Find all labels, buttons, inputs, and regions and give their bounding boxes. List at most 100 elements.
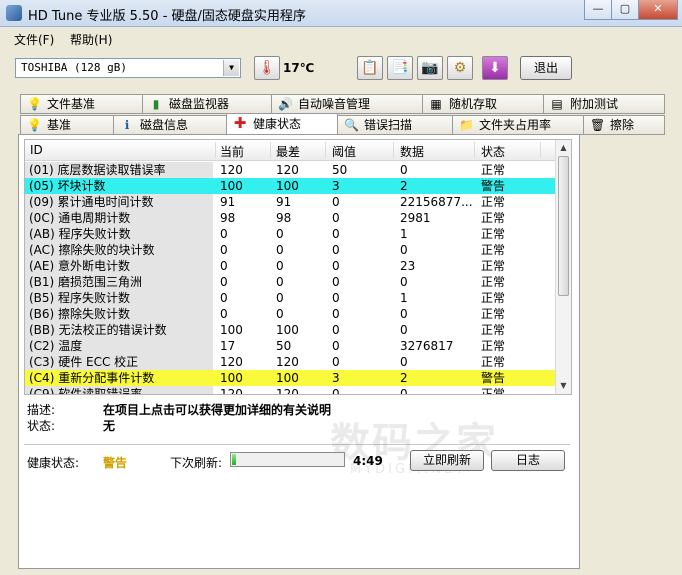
cell-status: 正常 <box>481 259 506 273</box>
maximize-button[interactable]: ▢ <box>611 0 639 20</box>
menu-bar: 文件(F) 帮助(H) <box>0 27 682 49</box>
col-worst[interactable]: 最差 <box>276 143 300 160</box>
col-current[interactable]: 当前 <box>220 143 244 160</box>
cell-status: 正常 <box>481 355 506 369</box>
table-row[interactable]: (C4) 重新分配事件计数 100 100 3 2 警告 <box>25 370 557 386</box>
table-row[interactable]: (09) 累计通电时间计数 91 91 0 22156877... 正常 <box>25 194 557 210</box>
cell-data: 3276817 <box>400 339 454 353</box>
cell-id: (C3) 硬件 ECC 校正 <box>25 354 213 370</box>
tab-disk-info[interactable]: ℹ 磁盘信息 <box>113 115 227 135</box>
cell-data: 0 <box>400 355 408 369</box>
table-row[interactable]: (AE) 意外断电计数 0 0 0 23 正常 <box>25 258 557 274</box>
table-row[interactable]: (AC) 擦除失败的块计数 0 0 0 0 正常 <box>25 242 557 258</box>
trash-icon: 🗑 <box>590 118 606 132</box>
scroll-thumb[interactable] <box>558 156 569 296</box>
col-id[interactable]: ID <box>30 143 43 157</box>
chevron-down-icon[interactable]: ▼ <box>223 60 239 76</box>
copy-text-icon[interactable]: 📋 <box>357 56 383 80</box>
minimize-button[interactable]: — <box>584 0 612 20</box>
window-title: HD Tune 专业版 5.50 - 硬盘/固态硬盘实用程序 <box>28 9 306 24</box>
cell-status: 正常 <box>481 291 506 305</box>
scroll-down-icon[interactable]: ▼ <box>557 379 570 393</box>
cell-threshold: 0 <box>332 291 340 305</box>
header-separator <box>325 142 326 158</box>
cell-threshold: 0 <box>332 355 340 369</box>
app-icon <box>6 5 22 21</box>
table-row[interactable]: (B6) 擦除失败计数 0 0 0 0 正常 <box>25 306 557 322</box>
cell-data: 2 <box>400 179 408 193</box>
cell-status: 正常 <box>481 195 506 209</box>
cell-data: 22156877... <box>400 195 473 209</box>
camera-icon[interactable]: 📷 <box>417 56 443 80</box>
cell-data: 0 <box>400 307 408 321</box>
cell-worst: 100 <box>276 371 299 385</box>
cell-data: 0 <box>400 323 408 337</box>
cell-id: (B6) 擦除失败计数 <box>25 306 213 322</box>
cell-status: 警告 <box>481 371 506 385</box>
table-row[interactable]: (0C) 通电周期计数 98 98 0 2981 正常 <box>25 210 557 226</box>
header-separator <box>270 142 271 158</box>
tab-extra-tests[interactable]: ▤ 附加测试 <box>543 94 665 114</box>
tab-folder-usage[interactable]: 📁 文件夹占用率 <box>452 115 584 135</box>
scroll-up-icon[interactable]: ▲ <box>557 141 570 155</box>
tab-random-access[interactable]: ▦ 随机存取 <box>422 94 544 114</box>
cell-status: 正常 <box>481 323 506 337</box>
tab-erase[interactable]: 🗑 擦除 <box>583 115 665 135</box>
cell-worst: 120 <box>276 163 299 177</box>
info-icon: ℹ <box>124 118 130 132</box>
cell-worst: 98 <box>276 211 292 225</box>
table-row[interactable]: (AB) 程序失败计数 0 0 0 1 正常 <box>25 226 557 242</box>
cell-threshold: 50 <box>332 163 348 177</box>
cell-threshold: 0 <box>332 211 340 225</box>
tab-health[interactable]: ✚ 健康状态 <box>226 113 338 135</box>
tab-error-scan[interactable]: 🔍 错误扫描 <box>337 115 453 135</box>
log-button[interactable]: 日志 <box>491 450 565 471</box>
refresh-now-button[interactable]: 立即刷新 <box>410 450 484 471</box>
header-separator <box>393 142 394 158</box>
col-threshold[interactable]: 阈值 <box>332 143 356 160</box>
cell-threshold: 0 <box>332 323 340 337</box>
table-row[interactable]: (01) 底层数据读取错误率 120 120 50 0 正常 <box>25 162 557 178</box>
col-data[interactable]: 数据 <box>400 143 424 160</box>
table-scrollbar[interactable]: ▲ ▼ <box>555 140 571 394</box>
tab-benchmark[interactable]: 💡 基准 <box>20 115 114 135</box>
col-status[interactable]: 状态 <box>481 143 505 160</box>
download-icon[interactable]: ⬇ <box>482 56 508 80</box>
table-row[interactable]: (05) 坏块计数 100 100 3 2 警告 <box>25 178 557 194</box>
cell-status: 正常 <box>481 307 506 321</box>
options-icon[interactable]: ⚙ <box>447 56 473 80</box>
tab-file-benchmark[interactable]: 💡 文件基准 <box>20 94 143 114</box>
cell-threshold: 0 <box>332 339 340 353</box>
tab-disk-monitor[interactable]: ▮ 磁盘监视器 <box>142 94 272 114</box>
cell-threshold: 0 <box>332 243 340 257</box>
table-row[interactable]: (BB) 无法校正的错误计数 100 100 0 0 正常 <box>25 322 557 338</box>
cell-status: 正常 <box>481 227 506 241</box>
close-button[interactable]: ✕ <box>638 0 678 20</box>
header-separator <box>540 142 541 158</box>
cell-worst: 0 <box>276 259 284 273</box>
drive-select[interactable]: TOSHIBA (128 gB) ▼ <box>15 58 241 78</box>
table-row[interactable]: (B5) 程序失败计数 0 0 0 1 正常 <box>25 290 557 306</box>
menu-help[interactable]: 帮助(H) <box>70 31 112 48</box>
cell-id: (0C) 通电周期计数 <box>25 210 213 226</box>
header-separator <box>215 142 216 158</box>
tab-noise-management[interactable]: 🔊 自动噪音管理 <box>271 94 423 114</box>
next-refresh-label: 下次刷新: <box>170 456 223 470</box>
table-row[interactable]: (C3) 硬件 ECC 校正 120 120 0 0 正常 <box>25 354 557 370</box>
table-row[interactable]: (C9) 软件读取错误率 120 120 0 0 正常 <box>25 386 557 394</box>
table-header: ID 当前 最差 阈值 数据 状态 <box>25 140 557 161</box>
table-row[interactable]: (B1) 磨损范围三角洲 0 0 0 0 正常 <box>25 274 557 290</box>
lightbulb-icon: 💡 <box>27 118 42 132</box>
cell-threshold: 0 <box>332 307 340 321</box>
cell-data: 0 <box>400 243 408 257</box>
thermometer-icon[interactable]: 🌡 <box>254 56 280 80</box>
menu-file[interactable]: 文件(F) <box>14 31 54 48</box>
exit-button[interactable]: 退出 <box>520 56 572 80</box>
cell-data: 2 <box>400 371 408 385</box>
cell-current: 17 <box>220 339 236 353</box>
folder-icon: 📁 <box>459 118 474 132</box>
copy-all-icon[interactable]: 📑 <box>387 56 413 80</box>
cell-status: 正常 <box>481 211 506 225</box>
cell-threshold: 0 <box>332 227 340 241</box>
table-row[interactable]: (C2) 温度 17 50 0 3276817 正常 <box>25 338 557 354</box>
